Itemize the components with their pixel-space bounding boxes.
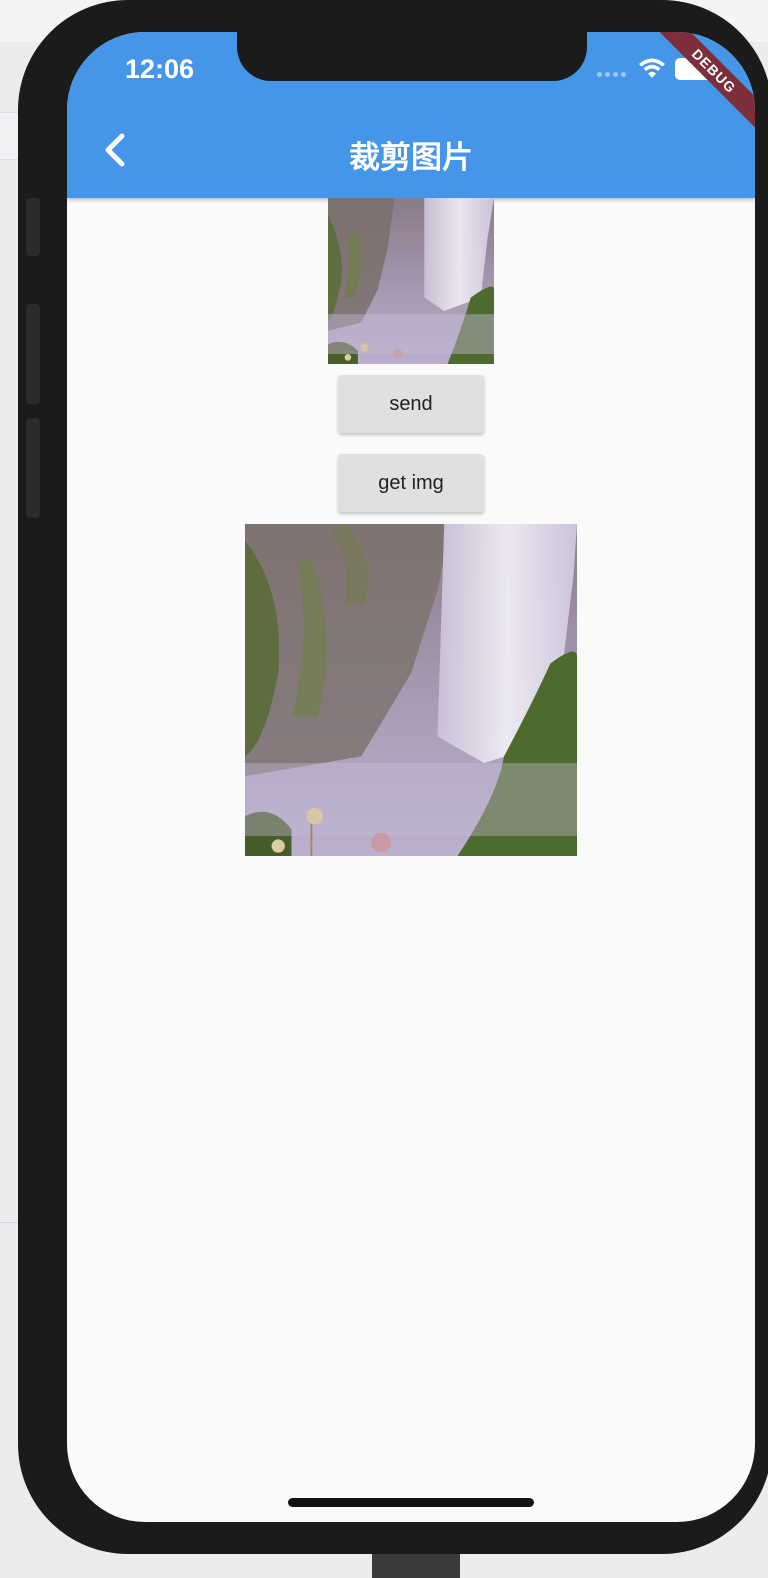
desktop-bottom-tab <box>372 1552 460 1578</box>
get-img-button[interactable]: get img <box>338 454 484 512</box>
wifi-icon <box>639 58 665 78</box>
cropped-image <box>328 198 494 364</box>
mute-switch <box>26 198 40 256</box>
send-button[interactable]: send <box>338 375 484 433</box>
app-bar: 12:06 DEBUG 裁剪图片 <box>67 32 755 198</box>
signal-icon <box>597 72 626 77</box>
volume-up-button <box>26 304 40 404</box>
volume-down-button <box>26 418 40 518</box>
status-time: 12:06 <box>125 54 195 84</box>
page-title: 裁剪图片 <box>349 140 473 176</box>
phone-screen: 12:06 DEBUG 裁剪图片 send get img <box>67 32 755 1522</box>
debug-banner: DEBUG <box>646 32 755 139</box>
notch <box>237 32 587 81</box>
home-indicator <box>288 1498 534 1507</box>
phone-frame: 12:06 DEBUG 裁剪图片 send get img <box>18 0 768 1554</box>
result-image <box>245 524 577 856</box>
